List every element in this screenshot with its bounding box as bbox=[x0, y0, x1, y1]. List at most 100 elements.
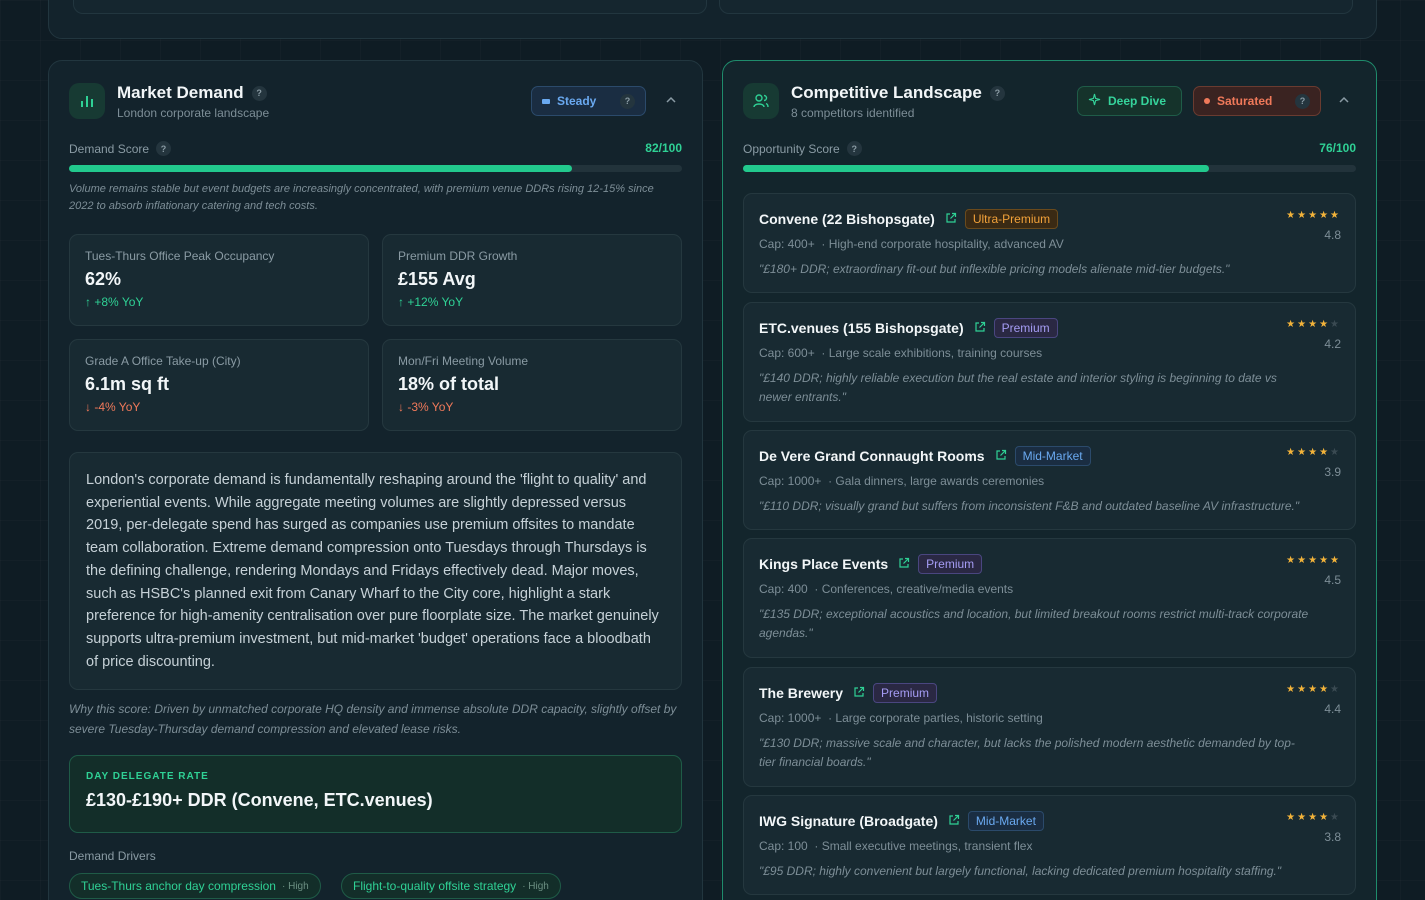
previous-section-panel bbox=[48, 0, 1377, 39]
previous-section-card bbox=[719, 0, 1353, 14]
opportunity-score-bar bbox=[743, 165, 1356, 172]
help-icon[interactable]: ? bbox=[620, 93, 635, 109]
rating-value: 4.8 bbox=[1324, 228, 1341, 242]
competitor-assessment: "£135 DDR; exceptional acoustics and loc… bbox=[759, 607, 1309, 640]
star-icon: ★ bbox=[1308, 555, 1320, 566]
competitor-name[interactable]: De Vere Grand Connaught Rooms bbox=[759, 448, 985, 464]
star-icon: ★ bbox=[1308, 684, 1320, 695]
star-icon: ★ bbox=[1286, 812, 1298, 823]
competitor-card[interactable]: The Brewery Premium Cap: 1000+ · Large cor… bbox=[743, 667, 1356, 787]
competitor-assessment: "£110 DDR; visually grand but suffers fr… bbox=[759, 499, 1300, 513]
star-icon: ★ bbox=[1308, 319, 1320, 330]
competitor-assessment: "£180+ DDR; extraordinary fit-out but in… bbox=[759, 262, 1230, 276]
competitor-card[interactable]: Kings Place Events Premium Cap: 400 · Conf… bbox=[743, 538, 1356, 658]
demand-driver-chip[interactable]: Flight-to-quality offsite strategy · Hig… bbox=[341, 873, 561, 899]
steady-status-badge[interactable]: Steady ? bbox=[531, 86, 646, 116]
driver-label: Tues-Thurs anchor day compression bbox=[81, 879, 276, 893]
tier-badge: Mid-Market bbox=[1014, 446, 1091, 466]
competitive-landscape-title-text: Competitive Landscape bbox=[791, 83, 982, 102]
deep-dive-button[interactable]: Deep Dive bbox=[1077, 86, 1182, 116]
market-demand-title: Market Demand ? bbox=[117, 83, 267, 103]
collapse-chevron-icon[interactable] bbox=[665, 94, 677, 106]
star-icon: ★ bbox=[1319, 812, 1331, 823]
competitor-name[interactable]: Kings Place Events bbox=[759, 556, 888, 572]
opportunity-score-value: 76/100 bbox=[1319, 141, 1356, 155]
rating-value: 4.4 bbox=[1324, 702, 1341, 716]
help-icon[interactable]: ? bbox=[846, 141, 862, 156]
competitor-meta: Cap: 1000+ · Large corporate parties, hi… bbox=[759, 711, 1340, 725]
competitor-card[interactable]: ETC.venues (155 Bishopsgate) Premium Cap: … bbox=[743, 302, 1356, 422]
metric-card: Grade A Office Take-up (City) 6.1m sq ft… bbox=[69, 339, 369, 431]
competitive-landscape-card: Competitive Landscape ? 8 competitors id… bbox=[722, 60, 1377, 900]
saturated-status-badge[interactable]: Saturated ? bbox=[1193, 86, 1321, 116]
competitor-card[interactable]: De Vere Grand Connaught Rooms Mid-Market C… bbox=[743, 430, 1356, 530]
external-link-icon[interactable] bbox=[945, 212, 957, 227]
star-icon: ★ bbox=[1330, 684, 1341, 695]
star-icon: ★ bbox=[1319, 210, 1331, 221]
competitor-description: · High-end corporate hospitality, advanc… bbox=[821, 237, 1064, 251]
deep-dive-label: Deep Dive bbox=[1108, 94, 1167, 108]
rating-value: 4.5 bbox=[1324, 573, 1341, 587]
collapse-chevron-icon[interactable] bbox=[1338, 94, 1350, 106]
competitor-name[interactable]: The Brewery bbox=[759, 685, 843, 701]
competitor-name[interactable]: ETC.venues (155 Bishopsgate) bbox=[759, 320, 964, 336]
tier-badge: Mid-Market bbox=[967, 811, 1044, 831]
competitor-card[interactable]: Convene (22 Bishopsgate) Ultra-Premium Cap… bbox=[743, 193, 1356, 293]
external-link-icon[interactable] bbox=[948, 814, 960, 829]
status-label: Steady bbox=[557, 94, 597, 108]
rating-value: 3.8 bbox=[1324, 830, 1341, 844]
external-link-icon[interactable] bbox=[974, 321, 986, 336]
competitor-assessment: "£140 DDR; highly reliable execution but… bbox=[759, 371, 1277, 404]
metric-label: Tues-Thurs Office Peak Occupancy bbox=[85, 249, 275, 263]
competitor-header: Convene (22 Bishopsgate) Ultra-Premium bbox=[759, 209, 1340, 229]
star-icon: ★ bbox=[1297, 555, 1309, 566]
star-icon: ★ bbox=[1286, 210, 1298, 221]
tier-badge: Premium bbox=[873, 683, 938, 703]
opportunity-score-label: Opportunity Score ? bbox=[743, 141, 862, 156]
competitor-assessment: "£130 DDR; massive scale and character, … bbox=[759, 736, 1295, 769]
help-icon[interactable]: ? bbox=[156, 141, 172, 156]
demand-driver-chip[interactable]: Tues-Thurs anchor day compression · High bbox=[69, 873, 321, 899]
star-icon: ★ bbox=[1286, 319, 1298, 330]
metric-change-text: -3% YoY bbox=[407, 400, 454, 414]
star-rating: ★★★★★ bbox=[1286, 684, 1341, 695]
rating-value: 4.2 bbox=[1324, 337, 1341, 351]
demand-score-value: 82/100 bbox=[645, 141, 682, 155]
help-icon[interactable]: ? bbox=[251, 85, 267, 101]
competitive-landscape-title: Competitive Landscape ? bbox=[791, 83, 1005, 103]
competitor-name[interactable]: Convene (22 Bishopsgate) bbox=[759, 211, 935, 227]
driver-level: · High bbox=[281, 880, 309, 892]
star-rating: ★★★★★ bbox=[1286, 447, 1341, 458]
metric-change: ↑ +12% YoY bbox=[398, 295, 666, 309]
metric-label: Premium DDR Growth bbox=[398, 249, 518, 263]
demand-score-fill bbox=[69, 165, 572, 172]
star-rating: ★★★★★ bbox=[1286, 319, 1341, 330]
external-link-icon[interactable] bbox=[853, 686, 865, 701]
status-dot-icon bbox=[1204, 98, 1210, 104]
driver-level: · High bbox=[522, 880, 549, 892]
help-icon[interactable]: ? bbox=[1295, 93, 1310, 109]
star-icon: ★ bbox=[1330, 555, 1341, 566]
competitive-landscape-subtitle: 8 competitors identified bbox=[791, 106, 915, 120]
rate-label: DAY DELEGATE RATE bbox=[86, 771, 209, 782]
metric-change: ↑ +8% YoY bbox=[85, 295, 353, 309]
star-rating: ★★★★★ bbox=[1286, 555, 1341, 566]
competitor-description: · Small executive meetings, transient fl… bbox=[814, 839, 1033, 853]
competitor-name[interactable]: IWG Signature (Broadgate) bbox=[759, 813, 938, 829]
tier-badge: Premium bbox=[993, 318, 1058, 338]
competitor-meta: Cap: 400 · Conferences, creative/media e… bbox=[759, 582, 1340, 596]
metric-card: Mon/Fri Meeting Volume 18% of total ↓ -3… bbox=[382, 339, 682, 431]
star-icon: ★ bbox=[1286, 447, 1298, 458]
metric-value: 6.1m sq ft bbox=[85, 374, 170, 394]
help-icon[interactable]: ? bbox=[989, 85, 1005, 101]
external-link-icon[interactable] bbox=[898, 557, 910, 572]
market-demand-subtitle: London corporate landscape bbox=[117, 106, 270, 120]
star-rating: ★★★★★ bbox=[1286, 210, 1341, 221]
external-link-icon[interactable] bbox=[995, 449, 1007, 464]
competitor-description: · Conferences, creative/media events bbox=[814, 582, 1014, 596]
arrow-up-icon: ↑ bbox=[398, 295, 404, 309]
market-demand-card: Market Demand ? London corporate landsca… bbox=[48, 60, 703, 900]
star-icon: ★ bbox=[1319, 447, 1331, 458]
metric-value: 62% bbox=[85, 269, 122, 289]
competitor-card[interactable]: IWG Signature (Broadgate) Mid-Market Cap: … bbox=[743, 795, 1356, 895]
